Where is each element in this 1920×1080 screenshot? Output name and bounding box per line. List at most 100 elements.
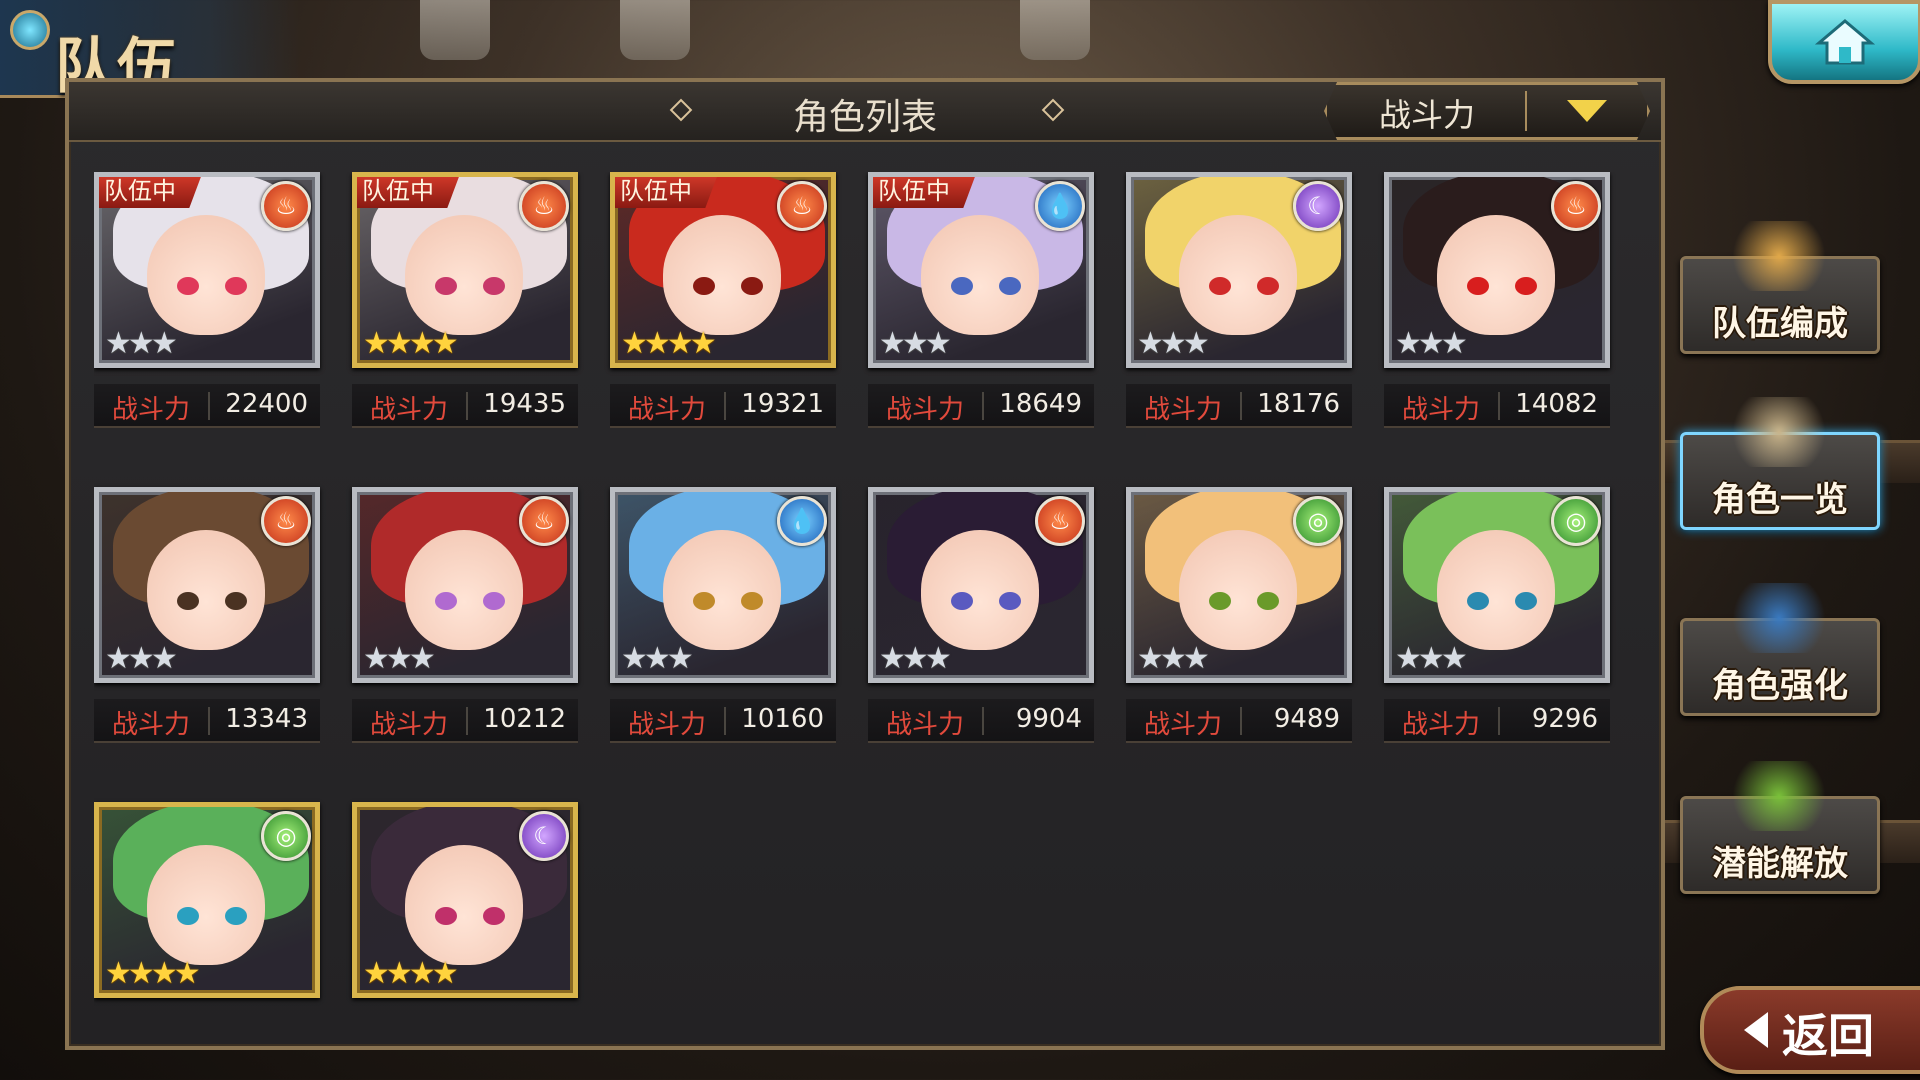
- star-icon: ★: [385, 326, 413, 361]
- character-portrait[interactable]: ☾ ★★★: [1126, 172, 1352, 368]
- wind-icon: ◎: [1293, 496, 1343, 546]
- power-label: 战斗力: [1144, 710, 1223, 740]
- star-icon: ★: [127, 641, 155, 676]
- star-icon: ★: [385, 956, 413, 991]
- fire-icon: ♨: [777, 181, 827, 231]
- character-eye: [435, 277, 457, 295]
- power-label: 战斗力: [1144, 395, 1223, 425]
- power-value: 10160: [741, 704, 824, 734]
- character-portrait[interactable]: ♨ ★★★: [352, 487, 578, 683]
- power-value: 9296: [1531, 704, 1598, 734]
- character-card[interactable]: ☾ ★★★ 战斗力 18176: [1126, 172, 1352, 428]
- star-icon: ★: [150, 326, 178, 361]
- character-portrait[interactable]: ☾ ★★★★: [352, 802, 578, 998]
- character-eye: [1257, 277, 1279, 295]
- dropdown-arrow-icon[interactable]: [1567, 100, 1607, 122]
- character-card[interactable]: 队伍中 ♨ ★★★★ 战斗力 19321: [610, 172, 836, 428]
- rarity-stars: ★★★★: [621, 326, 717, 361]
- character-eye: [951, 277, 973, 295]
- star-icon: ★: [1395, 326, 1422, 361]
- character-portrait[interactable]: ♨ ★★★: [94, 487, 320, 683]
- character-portrait[interactable]: 💧 ★★★: [610, 487, 836, 683]
- character-portrait[interactable]: ◎ ★★★: [1384, 487, 1610, 683]
- character-card[interactable]: ♨ ★★★ 战斗力 9904: [868, 487, 1094, 743]
- character-card[interactable]: 队伍中 ♨ ★★★ 战斗力 22400: [94, 172, 320, 428]
- character-card[interactable]: ♨ ★★★ 战斗力 13343: [94, 487, 320, 743]
- character-face: [921, 215, 1039, 335]
- star-icon: ★: [1440, 326, 1468, 361]
- character-card[interactable]: ♨ ★★★ 战斗力 10212: [352, 487, 578, 743]
- star-icon: ★: [127, 956, 155, 991]
- fire-icon: ♨: [261, 496, 311, 546]
- star-icon: ★: [408, 326, 436, 361]
- character-eye: [225, 277, 247, 295]
- panel-header: 角色列表 战斗力: [69, 82, 1661, 142]
- side-menu-button[interactable]: 队伍编成: [1680, 221, 1880, 354]
- rarity-stars: ★★★: [363, 641, 436, 676]
- character-portrait[interactable]: 队伍中 ♨ ★★★★: [352, 172, 578, 368]
- character-card[interactable]: ◎ ★★★ 战斗力 9296: [1384, 487, 1610, 743]
- character-eye: [483, 907, 505, 925]
- power-bar: 战斗力 18649: [868, 384, 1094, 428]
- side-menu-button[interactable]: 角色一览: [1680, 397, 1880, 530]
- water-icon: 💧: [777, 496, 827, 546]
- power-label: 战斗力: [886, 710, 965, 740]
- power-separator: [724, 707, 726, 735]
- star-icon: ★: [879, 326, 906, 361]
- power-separator: [1240, 392, 1242, 420]
- star-icon: ★: [173, 956, 201, 991]
- star-icon: ★: [150, 641, 178, 676]
- power-bar: 战斗力 9489: [1126, 699, 1352, 743]
- character-card[interactable]: ◎ ★★★★: [94, 802, 320, 998]
- side-menu-button[interactable]: 角色强化: [1680, 583, 1880, 716]
- character-portrait[interactable]: ♨ ★★★: [1384, 172, 1610, 368]
- character-card[interactable]: 队伍中 ♨ ★★★★ 战斗力 19435: [352, 172, 578, 428]
- power-bar: 战斗力 9904: [868, 699, 1094, 743]
- character-face: [663, 215, 781, 335]
- character-face: [405, 215, 523, 335]
- power-value: 10212: [483, 704, 566, 734]
- power-label: 战斗力: [628, 395, 707, 425]
- character-eye: [741, 277, 763, 295]
- star-icon: ★: [1182, 641, 1210, 676]
- in-team-badge: 队伍中: [357, 177, 460, 208]
- character-card[interactable]: ☾ ★★★★: [352, 802, 578, 998]
- character-card[interactable]: 💧 ★★★ 战斗力 10160: [610, 487, 836, 743]
- character-portrait[interactable]: 队伍中 ♨ ★★★: [94, 172, 320, 368]
- sort-dropdown[interactable]: 战斗力: [1324, 82, 1650, 140]
- rarity-stars: ★★★: [879, 641, 952, 676]
- character-face: [147, 845, 265, 965]
- character-face: [1437, 530, 1555, 650]
- background-lamp: [620, 0, 690, 60]
- star-icon: ★: [901, 326, 929, 361]
- power-value: 9904: [1015, 704, 1082, 734]
- power-separator: [1240, 707, 1242, 735]
- rarity-stars: ★★★: [621, 641, 694, 676]
- character-eye: [225, 592, 247, 610]
- power-bar: 战斗力 22400: [94, 384, 320, 428]
- back-button[interactable]: 返回: [1700, 986, 1920, 1074]
- fire-icon: ♨: [261, 181, 311, 231]
- character-portrait[interactable]: ♨ ★★★: [868, 487, 1094, 683]
- star-icon: ★: [431, 956, 459, 991]
- character-portrait[interactable]: 队伍中 ♨ ★★★★: [610, 172, 836, 368]
- star-icon: ★: [666, 326, 694, 361]
- character-portrait[interactable]: ◎ ★★★: [1126, 487, 1352, 683]
- home-button[interactable]: [1768, 0, 1920, 84]
- fire-icon: ♨: [519, 496, 569, 546]
- rarity-stars: ★★★: [105, 641, 178, 676]
- in-team-badge: 队伍中: [615, 177, 718, 208]
- power-value: 18176: [1257, 389, 1340, 419]
- character-eye: [483, 277, 505, 295]
- character-portrait[interactable]: 队伍中 💧 ★★★: [868, 172, 1094, 368]
- character-face: [663, 530, 781, 650]
- character-portrait[interactable]: ◎ ★★★★: [94, 802, 320, 998]
- power-label: 战斗力: [370, 395, 449, 425]
- character-card[interactable]: 队伍中 💧 ★★★ 战斗力 18649: [868, 172, 1094, 428]
- character-card[interactable]: ♨ ★★★ 战斗力 14082: [1384, 172, 1610, 428]
- character-eye: [951, 592, 973, 610]
- side-menu-button[interactable]: 潜能解放: [1680, 761, 1880, 894]
- rarity-stars: ★★★★: [363, 326, 459, 361]
- character-card[interactable]: ◎ ★★★ 战斗力 9489: [1126, 487, 1352, 743]
- star-icon: ★: [408, 956, 436, 991]
